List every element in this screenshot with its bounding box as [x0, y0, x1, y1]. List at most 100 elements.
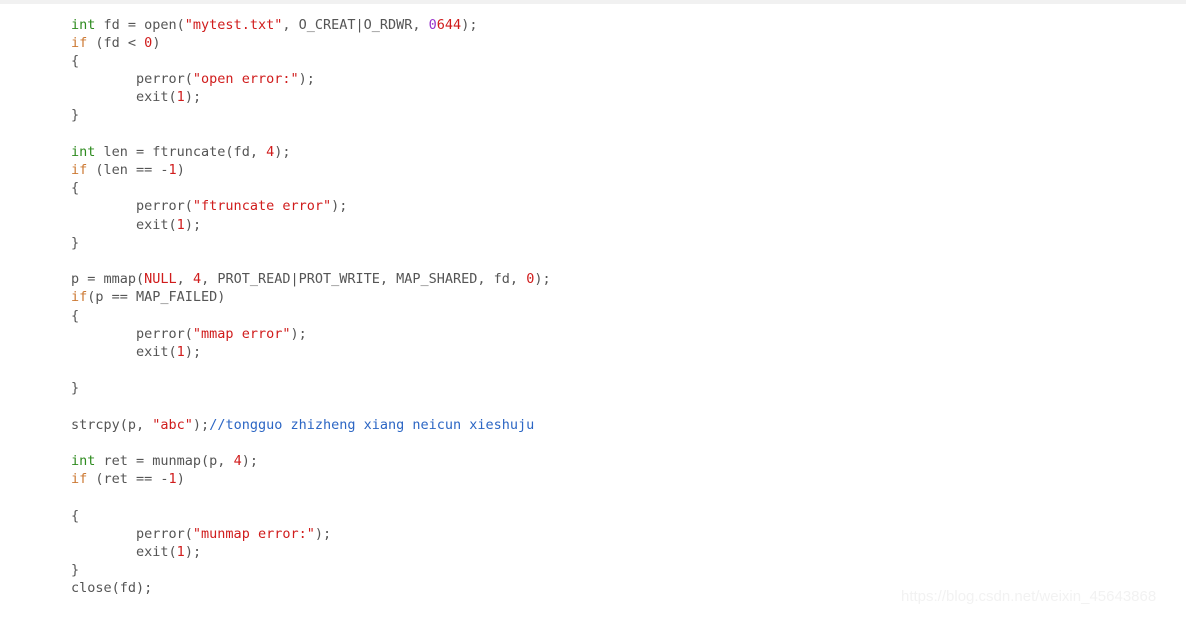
code-token: "open error:"	[192, 71, 299, 88]
code-token: //tongguo zhizheng xiang neicun xieshuju	[209, 416, 535, 433]
code-token: );	[534, 271, 551, 288]
code-token: )	[152, 34, 161, 51]
code-token: 1	[176, 216, 185, 233]
code-token: 1	[168, 471, 177, 488]
code-token: if	[71, 289, 88, 306]
code-token: )	[176, 471, 185, 488]
code-token: perror(	[71, 525, 193, 542]
code-token: fd = open(	[95, 16, 185, 33]
code-token: (len == -	[87, 162, 169, 178]
code-token: "mmap error"	[192, 325, 291, 342]
code-line: {	[71, 179, 551, 197]
code-line: exit(1);	[71, 216, 551, 234]
source-code-block: int fd = open("mytest.txt", O_CREAT|O_RD…	[71, 16, 551, 618]
code-token: 1	[176, 89, 185, 106]
code-token: );	[184, 543, 202, 560]
code-line: if (len == -1)	[71, 161, 551, 179]
code-token: );	[331, 198, 348, 215]
code-line: }	[71, 379, 551, 397]
code-line: perror("open error:");	[71, 70, 551, 88]
code-token: "abc"	[152, 416, 193, 433]
code-token: (p == MAP_FAILED)	[87, 289, 226, 306]
code-token: }	[71, 107, 80, 124]
code-token: );	[184, 216, 202, 233]
code-line: }	[71, 561, 551, 579]
code-token: "ftruncate error"	[192, 198, 332, 215]
code-token: , O_CREAT|O_RDWR,	[282, 16, 429, 33]
code-token: );	[461, 16, 478, 33]
code-screenshot-root: int fd = open("mytest.txt", O_CREAT|O_RD…	[0, 0, 1186, 618]
code-token: }	[71, 380, 80, 397]
code-token: p = mmap(	[71, 271, 145, 288]
code-token: {	[71, 507, 80, 524]
code-line: perror("mmap error");	[71, 325, 551, 343]
code-token: "mytest.txt"	[184, 16, 283, 33]
code-token: perror(	[71, 325, 193, 342]
code-token: ,	[176, 271, 193, 288]
code-line: int ret = munmap(p, 4);	[71, 452, 551, 470]
code-line: }	[71, 106, 551, 124]
code-token: (fd <	[87, 34, 145, 51]
code-token: int	[71, 16, 96, 33]
code-token: }	[71, 562, 80, 579]
code-token: 1	[176, 343, 185, 360]
code-token: "munmap error:"	[192, 525, 315, 542]
code-token: );	[314, 525, 332, 542]
code-token: );	[184, 343, 202, 360]
code-token: }	[71, 234, 80, 251]
code-token: 1	[176, 543, 185, 560]
code-token: {	[71, 52, 80, 69]
code-token: exit(	[71, 343, 177, 360]
code-token: );	[290, 325, 307, 342]
code-line: strcpy(p, "abc");//tongguo zhizheng xian…	[71, 416, 551, 434]
code-line: perror("munmap error:");	[71, 525, 551, 543]
code-token: int	[71, 453, 96, 469]
code-token: exit(	[71, 89, 177, 106]
code-token: exit(	[71, 543, 177, 560]
code-token: (ret == -	[87, 471, 169, 488]
code-token: , PROT_READ|PROT_WRITE, MAP_SHARED, fd,	[201, 271, 527, 288]
code-line: close(fd);	[71, 579, 551, 597]
code-line: exit(1);	[71, 343, 551, 361]
code-token: 0	[428, 16, 437, 33]
code-token: );	[298, 71, 315, 88]
code-token: strcpy(p,	[71, 416, 153, 433]
code-line: exit(1);	[71, 543, 551, 561]
code-line: int len = ftruncate(fd, 4);	[71, 143, 551, 161]
code-token: );	[192, 416, 210, 433]
code-token: {	[71, 307, 80, 324]
code-token: )	[176, 162, 185, 178]
code-token: );	[274, 143, 291, 160]
code-token: NULL	[144, 271, 177, 288]
code-token: len = ftruncate(fd,	[95, 143, 267, 160]
code-token: 4	[266, 143, 275, 160]
code-line: exit(1);	[71, 88, 551, 106]
code-token: if	[71, 162, 88, 178]
code-token: if	[71, 471, 88, 488]
code-token: if	[71, 34, 88, 51]
code-token: 4	[233, 453, 242, 469]
code-line: if(p == MAP_FAILED)	[71, 288, 551, 306]
code-line: {	[71, 307, 551, 325]
code-token: 4	[192, 271, 202, 288]
code-line: perror("ftruncate error");	[71, 197, 551, 215]
code-line: int fd = open("mytest.txt", O_CREAT|O_RD…	[71, 16, 551, 34]
code-token: int	[71, 143, 96, 160]
code-line: if (ret == -1)	[71, 470, 551, 488]
code-token: 644	[436, 16, 462, 33]
code-token: close(fd);	[71, 580, 153, 597]
code-token: perror(	[71, 71, 193, 88]
code-line: p = mmap(NULL, 4, PROT_READ|PROT_WRITE, …	[71, 270, 551, 288]
code-line: }	[71, 234, 551, 252]
code-token: {	[71, 180, 80, 197]
code-token: );	[241, 453, 258, 469]
code-token: exit(	[71, 216, 177, 233]
code-line: {	[71, 507, 551, 525]
